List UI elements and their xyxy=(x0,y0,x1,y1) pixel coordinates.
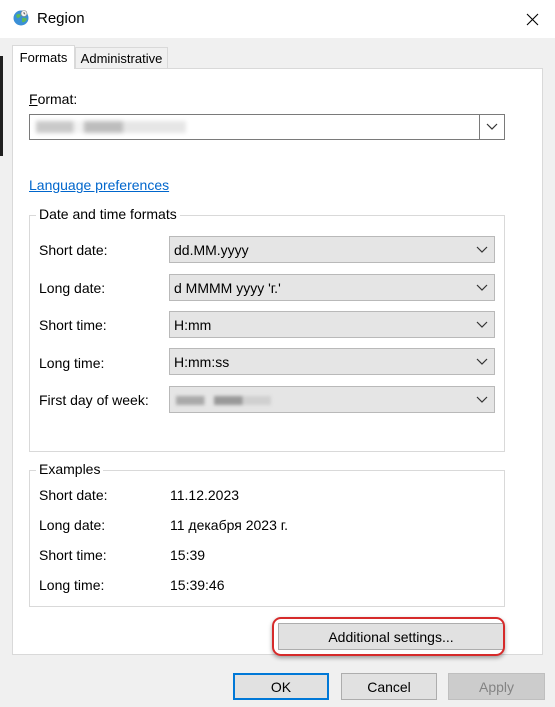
short-date-value: dd.MM.yyyy xyxy=(174,242,249,258)
example-short-time-label: Short time: xyxy=(39,547,107,563)
close-icon xyxy=(526,13,539,25)
format-value-redacted xyxy=(36,121,186,133)
title-bar: Region xyxy=(0,0,555,38)
dropdown-arrow-button[interactable] xyxy=(479,115,504,139)
cancel-button[interactable]: Cancel xyxy=(341,673,437,700)
long-date-label: Long date: xyxy=(39,280,106,296)
short-date-dropdown[interactable]: dd.MM.yyyy xyxy=(169,236,495,263)
example-long-time-value: 15:39:46 xyxy=(170,577,225,593)
first-day-of-week-label: First day of week: xyxy=(39,392,149,408)
long-time-label: Long time: xyxy=(39,355,105,371)
tab-administrative[interactable]: Administrative xyxy=(75,47,168,69)
first-day-of-week-dropdown[interactable] xyxy=(169,386,495,413)
short-time-dropdown[interactable]: H:mm xyxy=(169,311,495,338)
long-date-value: d MMMM yyyy 'г.' xyxy=(174,280,281,296)
background-window-edge xyxy=(0,56,3,156)
chevron-down-icon xyxy=(476,321,488,328)
long-date-dropdown[interactable]: d MMMM yyyy 'г.' xyxy=(169,274,495,301)
date-time-formats-legend: Date and time formats xyxy=(36,206,180,222)
example-short-date-value: 11.12.2023 xyxy=(170,487,240,503)
chevron-down-icon xyxy=(486,123,498,130)
example-long-time-label: Long time: xyxy=(39,577,105,593)
window-title: Region xyxy=(37,10,85,27)
chevron-down-icon xyxy=(476,396,488,403)
short-date-label: Short date: xyxy=(39,242,108,258)
region-globe-icon xyxy=(12,9,30,27)
chevron-down-icon xyxy=(476,246,488,253)
close-button[interactable] xyxy=(510,0,555,38)
language-preferences-link[interactable]: Language preferences xyxy=(29,177,169,193)
format-label: Format: xyxy=(29,91,78,107)
example-short-time-value: 15:39 xyxy=(170,547,206,563)
tab-formats[interactable]: Formats xyxy=(12,45,75,69)
ok-button[interactable]: OK xyxy=(233,673,329,700)
example-long-date-label: Long date: xyxy=(39,517,106,533)
apply-button[interactable]: Apply xyxy=(448,673,545,700)
short-time-value: H:mm xyxy=(174,317,212,333)
examples-legend: Examples xyxy=(36,461,104,477)
example-long-date-value: 11 декабря 2023 г. xyxy=(170,517,289,533)
chevron-down-icon xyxy=(476,358,488,365)
example-short-date-label: Short date: xyxy=(39,487,108,503)
additional-settings-button[interactable]: Additional settings... xyxy=(278,623,504,650)
long-time-value: H:mm:ss xyxy=(174,354,230,370)
format-dropdown[interactable] xyxy=(29,114,505,140)
first-day-value-redacted xyxy=(176,396,271,405)
chevron-down-icon xyxy=(476,284,488,291)
short-time-label: Short time: xyxy=(39,317,107,333)
long-time-dropdown[interactable]: H:mm:ss xyxy=(169,348,495,375)
